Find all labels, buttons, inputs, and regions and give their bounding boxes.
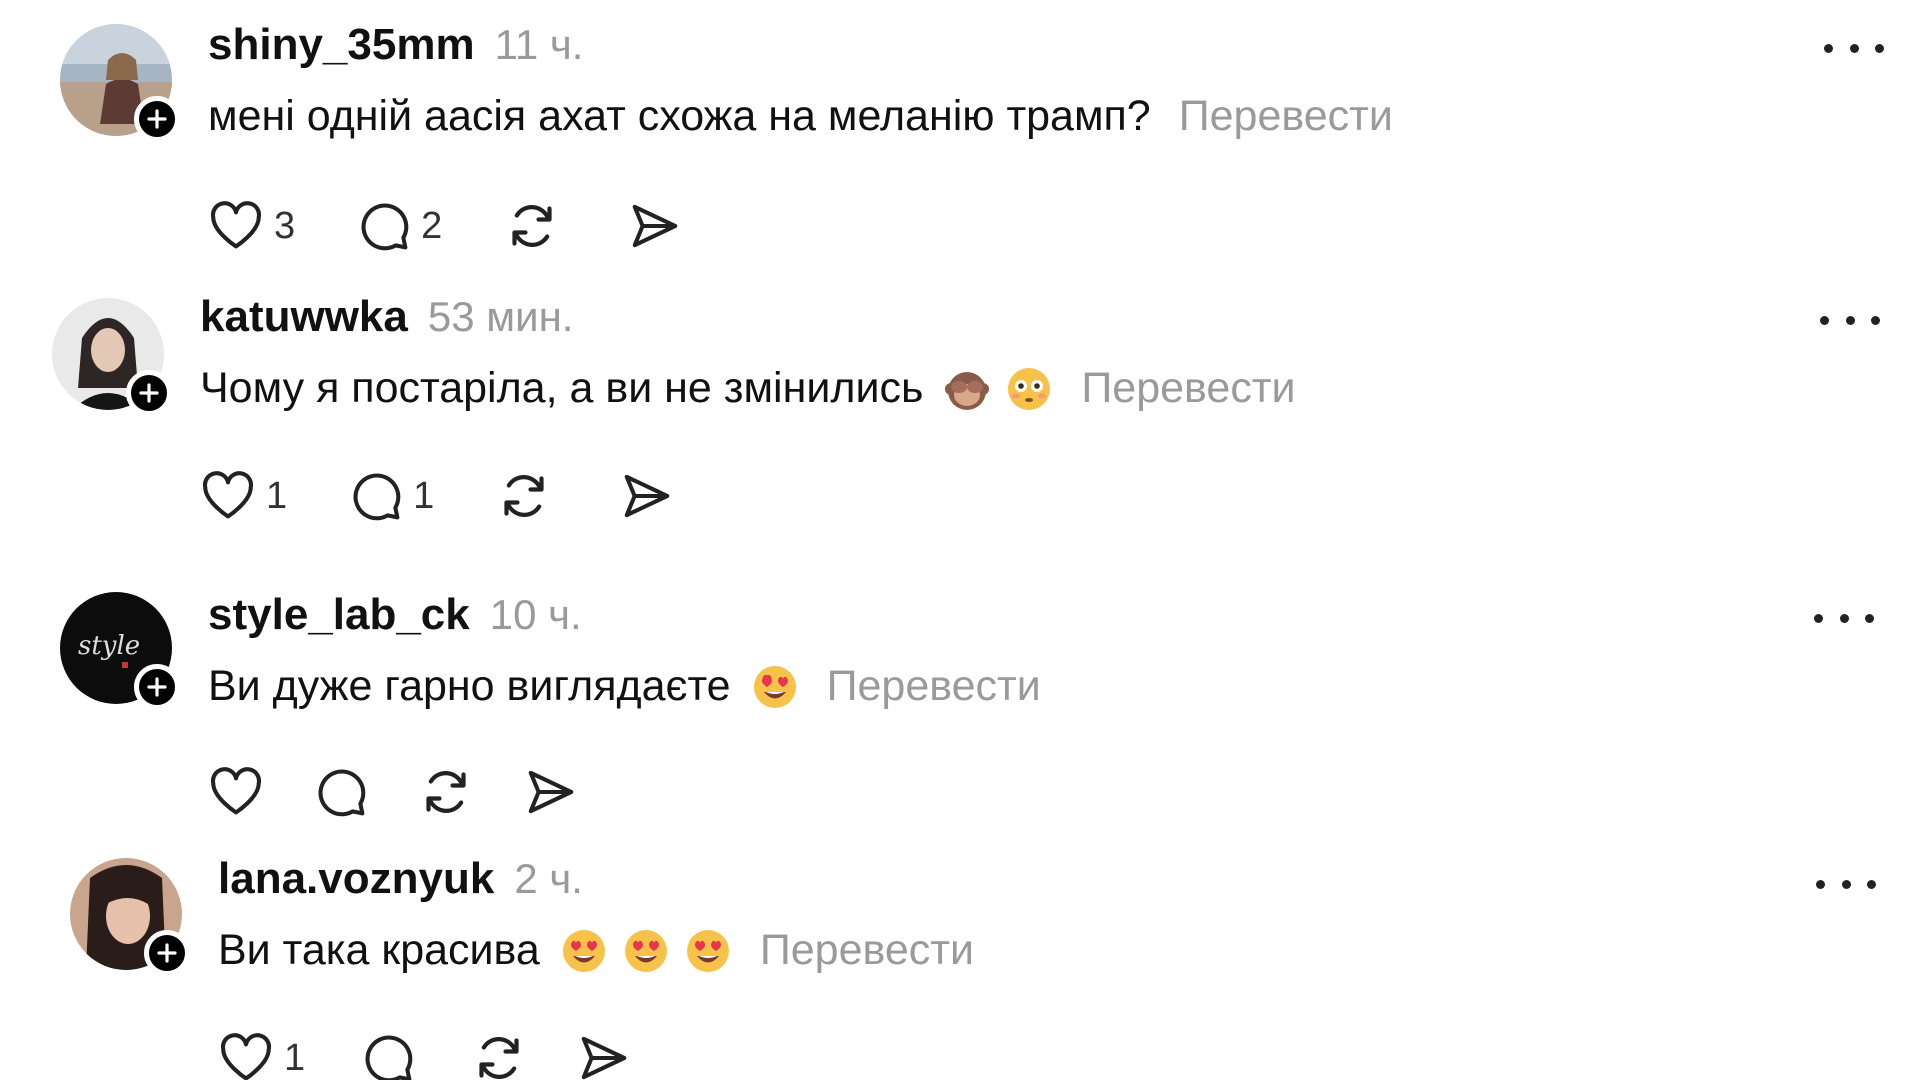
username[interactable]: shiny_35mm	[208, 20, 475, 70]
repost-button[interactable]	[496, 468, 552, 524]
reply-button[interactable]: 1	[349, 469, 434, 523]
reply-button[interactable]: 2	[357, 199, 442, 253]
follow-plus-icon[interactable]	[134, 96, 180, 142]
comment-text: мені одній аасія ахат схожа на меланію т…	[208, 92, 1151, 140]
comment-bubble-icon	[318, 769, 366, 817]
reply-count: 2	[421, 204, 443, 247]
heart-icon	[202, 471, 254, 519]
like-button[interactable]: 1	[200, 471, 287, 521]
timestamp[interactable]: 10 ч.	[490, 591, 582, 639]
repost-button[interactable]	[471, 1030, 527, 1080]
comment-bubble-icon	[361, 203, 409, 251]
comment-bubble-icon	[353, 473, 401, 521]
repost-button[interactable]	[418, 764, 474, 820]
translate-link[interactable]: Перевести	[1179, 92, 1393, 141]
comment-bubble-icon	[365, 1035, 413, 1080]
heart-icon	[220, 1033, 272, 1080]
translate-link[interactable]: Перевести	[827, 662, 1041, 711]
svg-text:style: style	[78, 631, 140, 661]
share-button[interactable]	[524, 765, 578, 819]
heart-eyes-icon	[562, 929, 605, 972]
avatar[interactable]	[70, 858, 190, 976]
reply-button[interactable]	[314, 765, 378, 819]
send-icon	[581, 1036, 627, 1080]
repost-icon	[504, 475, 544, 517]
comment-post: katuwwka 53 мин. Чому я постаріла, а ви …	[0, 272, 1920, 542]
reply-button[interactable]	[361, 1031, 425, 1080]
see-no-evil-monkey-icon	[945, 371, 990, 410]
more-options-icon[interactable]	[1820, 305, 1880, 335]
follow-plus-icon[interactable]	[126, 370, 172, 416]
like-count: 1	[284, 1036, 306, 1079]
timestamp[interactable]: 2 ч.	[514, 855, 583, 903]
follow-plus-icon[interactable]	[144, 930, 190, 976]
follow-plus-icon[interactable]	[134, 664, 180, 710]
comment-text: Ви дуже гарно виглядаєте	[208, 662, 731, 710]
reply-count: 1	[413, 474, 435, 517]
comments-feed: shiny_35mm 11 ч. мені одній аасія ахат с…	[0, 0, 1920, 1080]
timestamp[interactable]: 11 ч.	[495, 21, 584, 69]
comment-post: style style_lab_ck 10 ч. Ви дуже гарно в…	[0, 566, 1920, 836]
send-icon	[633, 204, 678, 248]
repost-button[interactable]	[504, 198, 560, 254]
username[interactable]: katuwwka	[200, 292, 408, 342]
like-button[interactable]	[208, 767, 274, 817]
username[interactable]: style_lab_ck	[208, 590, 470, 640]
like-count: 1	[266, 474, 288, 517]
avatar[interactable]	[60, 24, 180, 142]
more-options-icon[interactable]	[1816, 869, 1876, 899]
flushed-face-icon	[1008, 367, 1051, 410]
avatar[interactable]: style	[60, 592, 180, 710]
translate-link[interactable]: Перевести	[760, 926, 974, 975]
like-count: 3	[274, 204, 296, 247]
comment-text: Ви така красива	[218, 926, 540, 974]
share-button[interactable]	[628, 199, 682, 253]
heart-eyes-icon	[753, 665, 796, 708]
comment-text: Чому я постаріла, а ви не змінились	[200, 364, 924, 412]
send-icon	[528, 770, 574, 814]
share-button[interactable]	[577, 1031, 631, 1080]
comment-post: shiny_35mm 11 ч. мені одній аасія ахат с…	[0, 0, 1920, 270]
username[interactable]: lana.voznyuk	[218, 854, 494, 904]
like-button[interactable]: 1	[218, 1033, 305, 1080]
more-options-icon[interactable]	[1814, 603, 1874, 633]
heart-eyes-icon	[686, 929, 729, 972]
heart-eyes-icon	[624, 929, 667, 972]
translate-link[interactable]: Перевести	[1081, 364, 1295, 413]
share-button[interactable]	[620, 469, 674, 523]
send-icon	[625, 474, 670, 518]
timestamp[interactable]: 53 мин.	[428, 293, 574, 341]
heart-icon	[210, 201, 262, 249]
like-button[interactable]: 3	[208, 201, 295, 251]
comment-post: lana.voznyuk 2 ч. Ви така красива Переве…	[0, 834, 1920, 1080]
repost-icon	[479, 1037, 519, 1079]
more-options-icon[interactable]	[1824, 33, 1884, 63]
heart-icon	[210, 767, 262, 815]
avatar[interactable]	[52, 298, 172, 416]
repost-icon	[512, 205, 552, 247]
repost-icon	[426, 771, 466, 813]
